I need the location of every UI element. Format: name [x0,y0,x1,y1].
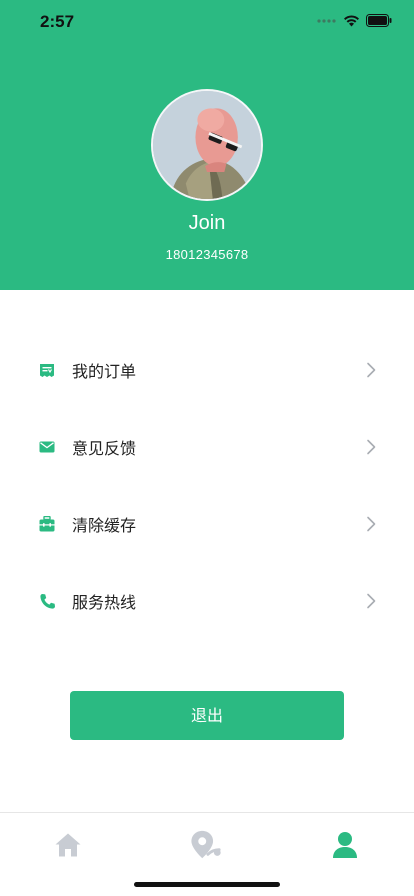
chevron-right-icon [367,362,376,378]
signal-icon [317,18,336,23]
menu-item-hotline[interactable]: 服务热线 [0,562,414,640]
chevron-right-icon [367,439,376,455]
phone-icon [38,592,56,610]
home-indicator [134,882,280,887]
chevron-right-icon [367,516,376,532]
menu-label-hotline: 服务热线 [72,593,137,612]
user-phone: 18012345678 [165,247,249,262]
profile-header: 2:57 Join 18012345678 [0,0,414,290]
user-name: Join [188,212,226,234]
home-icon [55,833,81,857]
logout-button[interactable]: 退出 [70,691,344,740]
tab-home[interactable] [52,829,84,861]
menu-label-feedback: 意见反馈 [72,439,137,458]
user-icon [333,832,357,858]
menu-label-clear-cache: 清除缓存 [72,516,137,535]
map-pin-icon [191,830,221,859]
order-icon [38,361,56,379]
mail-icon [38,438,56,456]
status-icons [317,14,392,27]
wifi-icon [344,15,359,27]
status-time: 2:57 [40,12,75,31]
menu-item-orders[interactable]: 我的订单 [0,331,414,409]
avatar[interactable] [151,89,263,201]
chevron-right-icon [367,593,376,609]
menu-label-orders: 我的订单 [72,362,137,381]
menu-item-clear-cache[interactable]: 清除缓存 [0,485,414,563]
battery-icon [366,14,392,27]
menu-item-feedback[interactable]: 意见反馈 [0,408,414,486]
briefcase-icon [38,515,56,533]
status-bar: 2:57 [0,0,414,44]
tab-map[interactable] [190,829,222,861]
tab-profile[interactable] [329,829,361,861]
